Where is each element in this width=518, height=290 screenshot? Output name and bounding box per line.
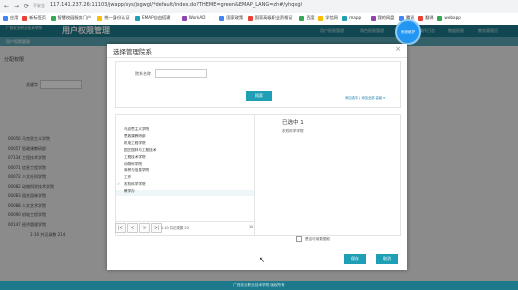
list-item[interactable]: 机电工程学院	[124, 141, 146, 146]
bookmark-label: 学信网	[325, 15, 338, 20]
bookmark-label: 新标签页	[29, 15, 46, 20]
list-item[interactable]: 园艺园林与工程技术	[124, 148, 156, 153]
list-item[interactable]: 工作	[124, 175, 131, 180]
reload-icon[interactable]: ⟳	[24, 3, 29, 10]
bookmark-label: 应用	[10, 15, 19, 20]
bookmark-favicon-icon	[318, 15, 324, 21]
bookmark-item[interactable]: EMAP自由搭建	[135, 15, 170, 21]
bookmark-favicon-icon	[299, 15, 305, 21]
list-item[interactable]: 工程技术学院	[124, 155, 146, 160]
bookmark-item[interactable]: 智慧校园服务门户	[50, 15, 92, 21]
bookmark-favicon-icon	[3, 15, 8, 21]
bookmark-label: 智慧校园服务门户	[57, 15, 92, 20]
bookmark-item[interactable]: WorkAD	[181, 15, 206, 21]
list-item[interactable]: 思政课教研部	[124, 134, 146, 139]
footer-text: 广西农业职业技术学院 版权所有	[233, 283, 285, 287]
department-name-label: 院系名称	[135, 71, 151, 76]
bookmark-label: 我的网盘	[377, 15, 395, 20]
title-divider	[107, 57, 407, 58]
cancel-button[interactable]: 取消	[376, 254, 398, 264]
bookmark-label: mapp	[349, 15, 362, 20]
filter-links[interactable]: 添加选中 | 添加全部 高级 ▾	[345, 95, 385, 100]
forward-icon[interactable]: →	[14, 3, 19, 10]
bookmark-favicon-icon	[418, 15, 424, 21]
bookmark-item[interactable]: mapp	[342, 15, 361, 21]
data-permission-label: 是否可用数据权	[305, 237, 331, 241]
bookmark-item[interactable]: 我的网盘	[370, 15, 395, 21]
save-button[interactable]: 保存	[344, 254, 366, 264]
bookmark-label: webapp	[444, 15, 461, 20]
bookmark-label: 百度	[306, 15, 315, 20]
selected-item[interactable]: 农机科学学院	[282, 129, 304, 134]
dialog-title: 选择管理院系	[113, 48, 152, 56]
selected-count: 已选中 1	[282, 120, 304, 126]
bookmark-item[interactable]: 国家高级职业资格证	[247, 15, 293, 21]
department-list	[115, 114, 262, 236]
bookmark-item[interactable]: 翻译	[418, 15, 434, 21]
department-name-input[interactable]	[155, 69, 207, 78]
back-icon[interactable]: ←	[4, 3, 9, 10]
bookmark-item[interactable]: 学信网	[318, 15, 338, 21]
next-page-button[interactable]: >	[139, 223, 150, 233]
first-page-button[interactable]: |<	[115, 223, 126, 233]
list-item[interactable]: 动物科学院	[124, 162, 142, 167]
hover-row-highlight	[116, 190, 260, 196]
data-permission-option[interactable]: 是否可用数据权	[296, 236, 330, 242]
selected-panel	[254, 114, 401, 236]
checkmark-icon: ✓	[117, 181, 121, 187]
data-permission-checkbox[interactable]	[296, 236, 302, 242]
bookmark-favicon-icon	[370, 15, 376, 21]
bookmark-item[interactable]: 百度	[299, 15, 315, 21]
bookmark-favicon-icon	[181, 15, 187, 21]
bookmark-favicon-icon	[437, 15, 443, 21]
bookmark-favicon-icon	[219, 15, 225, 21]
list-item[interactable]: 教学办	[124, 189, 135, 194]
list-item[interactable]: 马克思主义学院	[124, 127, 149, 132]
bookmark-item[interactable]: 新标签页	[22, 15, 46, 21]
bookmark-label: WorkAD	[188, 15, 206, 20]
bookmark-item[interactable]: 统一身份认证	[97, 15, 130, 21]
pager-info: 1-10 共记录数 20	[161, 226, 189, 230]
page-footer: 广西农业职业技术学院 版权所有	[0, 281, 518, 290]
bookmark-favicon-icon	[342, 15, 348, 21]
bookmark-favicon-icon	[50, 15, 56, 21]
close-icon[interactable]: ×	[395, 45, 401, 53]
bookmark-favicon-icon	[97, 15, 103, 21]
list-item[interactable]: 农机科学学院	[124, 182, 146, 187]
search-button[interactable]: 搜索	[246, 91, 272, 101]
bookmark-favicon-icon	[247, 15, 253, 21]
url-input[interactable]: 117.141.237.26:11103/jwapp/sys/jsgwgl/*d…	[50, 2, 302, 8]
tab-system-maintenance[interactable]: 系统维护	[395, 19, 421, 45]
bookmark-label: 国家政策	[226, 15, 244, 20]
bookmark-label: 国家高级职业资格证	[254, 15, 293, 20]
bookmark-favicon-icon	[135, 15, 140, 21]
bookmark-label: EMAP自由搭建	[142, 15, 171, 20]
list-item[interactable]: 商贸与信息学院	[124, 168, 149, 173]
not-secure-label: 不安全	[33, 3, 45, 8]
bookmark-favicon-icon	[22, 15, 28, 21]
bookmark-label: 统一身份认证	[104, 15, 130, 20]
browser-address-bar: ← → ⟳ 不安全 117.141.237.26:11103/jwapp/sys…	[0, 0, 518, 14]
bookmark-label: 翻译	[425, 15, 434, 20]
bookmark-item[interactable]: webapp	[437, 15, 461, 21]
mouse-cursor-icon: ↖	[259, 256, 265, 264]
prev-page-button[interactable]: <	[127, 223, 138, 233]
bookmark-item[interactable]: 应用	[3, 15, 18, 21]
select-department-dialog: 选择管理院系 × 院系名称 搜索 添加选中 | 添加全部 高级 ▾ 马克思主义学…	[107, 44, 407, 270]
bookmark-item[interactable]: 国家政策	[219, 15, 243, 21]
